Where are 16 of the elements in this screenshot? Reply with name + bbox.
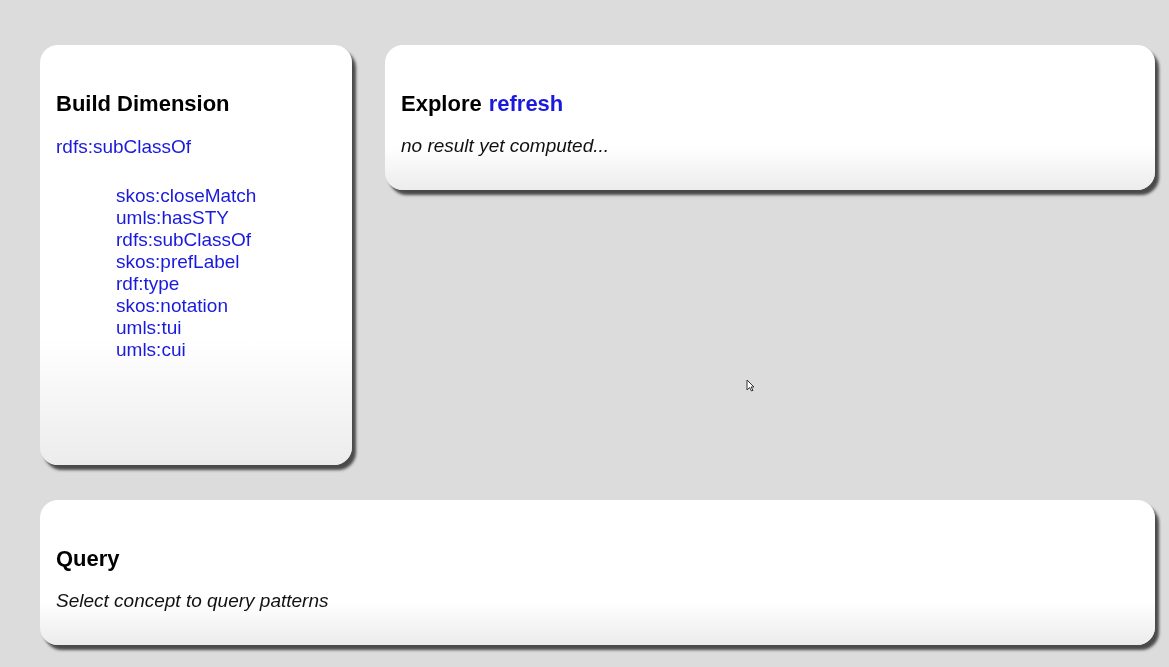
card-title: Build Dimension — [56, 90, 231, 118]
property-link[interactable]: rdfs:subClassOf — [116, 229, 252, 251]
property-link[interactable]: skos:prefLabel — [116, 251, 240, 273]
property-link[interactable]: skos:notation — [116, 295, 228, 317]
property-link[interactable]: rdfs:subClassOf — [56, 136, 192, 158]
status-message: no result yet computed... — [401, 134, 611, 158]
refresh-link[interactable]: refresh — [488, 90, 564, 118]
property-link[interactable]: umls:cui — [116, 339, 186, 361]
property-link[interactable]: umls:tui — [116, 317, 182, 339]
card-title: Query — [56, 545, 121, 573]
property-link[interactable]: rdf:type — [116, 273, 180, 295]
card-title: Explore — [401, 90, 482, 118]
property-link[interactable]: skos:closeMatch — [116, 185, 257, 207]
mouse-cursor-icon — [746, 379, 755, 392]
status-message: Select concept to query patterns — [56, 589, 330, 613]
property-link[interactable]: umls:hasSTY — [116, 207, 229, 229]
